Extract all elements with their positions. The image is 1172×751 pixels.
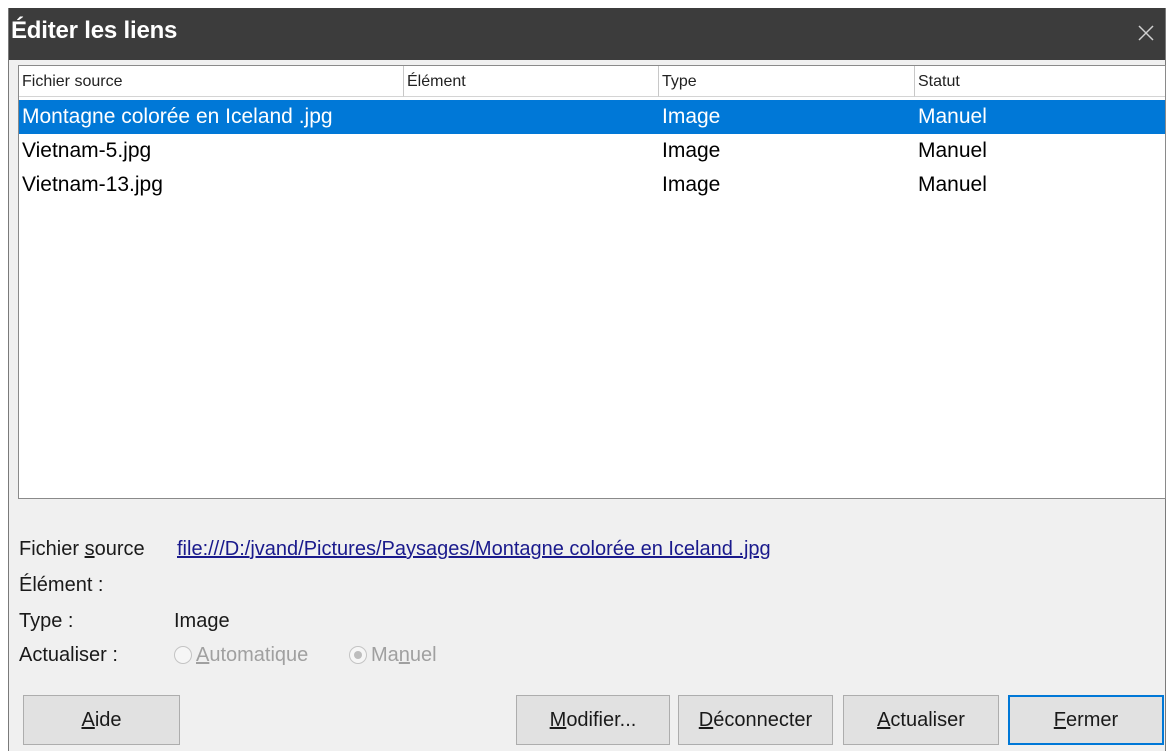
manual-label: Manuel — [371, 644, 437, 666]
row-status: Manuel — [918, 105, 987, 128]
links-list[interactable]: Fichier source Élément Type Statut Monta… — [18, 65, 1166, 499]
close-icon[interactable] — [1135, 22, 1157, 44]
row-status: Manuel — [918, 139, 987, 162]
column-header-status[interactable]: Statut — [915, 66, 1165, 97]
table-row[interactable]: Montagne colorée en Iceland .jpg Image M… — [19, 100, 1165, 134]
refresh-button[interactable]: Actualiser — [843, 695, 999, 745]
dialog-title: Éditer les liens — [11, 17, 178, 44]
column-header-type[interactable]: Type — [659, 66, 915, 97]
disconnect-button[interactable]: Déconnecter — [678, 695, 833, 745]
close-button[interactable]: Fermer — [1008, 695, 1164, 745]
column-header-element[interactable]: Élément — [404, 66, 659, 97]
row-source: Vietnam-5.jpg — [22, 139, 152, 162]
source-path-link[interactable]: file:///D:/jvand/Pictures/Paysages/Monta… — [177, 538, 771, 561]
edit-links-dialog: Éditer les liens Fichier source Élément … — [8, 8, 1166, 751]
list-header: Fichier source Élément Type Statut — [19, 66, 1165, 98]
column-header-source[interactable]: Fichier source — [19, 66, 404, 97]
modify-button[interactable]: Modifier... — [516, 695, 670, 745]
row-type: Image — [662, 105, 721, 128]
type-value: Image — [174, 610, 230, 632]
automatic-radio[interactable] — [174, 646, 192, 664]
update-label: Actualiser : — [19, 644, 118, 666]
manual-radio[interactable] — [349, 646, 367, 664]
table-row[interactable]: Vietnam-13.jpg Image Manuel — [19, 168, 1165, 202]
automatic-label: Automatique — [196, 644, 309, 666]
help-button[interactable]: Aide — [23, 695, 180, 745]
row-status: Manuel — [918, 173, 987, 196]
row-source: Vietnam-13.jpg — [22, 173, 163, 196]
row-type: Image — [662, 139, 721, 162]
table-row[interactable]: Vietnam-5.jpg Image Manuel — [19, 134, 1165, 168]
type-label: Type : — [19, 610, 74, 632]
row-source: Montagne colorée en Iceland .jpg — [22, 105, 333, 128]
row-type: Image — [662, 173, 721, 196]
source-label: Fichier source — [19, 538, 145, 560]
title-bar: Éditer les liens — [9, 8, 1165, 60]
element-label: Élément : — [19, 574, 104, 596]
